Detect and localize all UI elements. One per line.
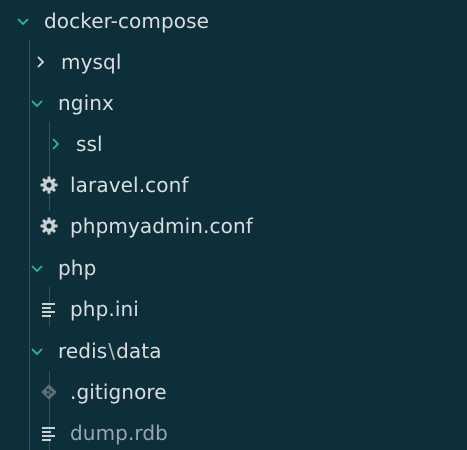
chevron-right-icon [44,133,66,155]
tree-file-gitignore[interactable]: .gitignore [0,371,467,412]
tree-folder-ssl[interactable]: ssl [0,123,467,164]
lines-icon [38,298,60,320]
chevron-right-icon [29,51,51,73]
file-label: phpmyadmin.conf [70,213,253,238]
gear-icon [38,174,60,196]
lines-icon [38,422,60,444]
folder-label: ssl [76,131,103,156]
folder-label: redis\data [58,339,162,363]
tree-folder-redis-data[interactable]: redis\data [0,330,467,371]
tree-folder-docker-compose[interactable]: docker-compose [0,0,467,41]
chevron-down-icon [26,92,48,114]
file-label: dump.rdb [70,420,168,445]
path-separator: \ [108,338,116,363]
folder-label-redis: redis [58,338,108,363]
file-explorer: docker-compose mysql nginx ssl laravel.c… [0,0,467,450]
chevron-down-icon [12,10,34,32]
tree-file-phpmyadmin-conf[interactable]: phpmyadmin.conf [0,205,467,246]
tree-file-php-ini[interactable]: php.ini [0,288,467,329]
folder-label-data: data [116,338,162,363]
tree-file-dump-rdb[interactable]: dump.rdb [0,412,467,450]
chevron-down-icon [26,257,48,279]
tree-folder-nginx[interactable]: nginx [0,82,467,123]
tree-folder-mysql[interactable]: mysql [0,41,467,82]
file-label: laravel.conf [70,172,189,197]
folder-label: nginx [58,90,114,115]
folder-label: php [58,255,97,280]
folder-label: docker-compose [44,8,210,33]
tree-file-laravel-conf[interactable]: laravel.conf [0,164,467,205]
folder-label: mysql [61,49,122,74]
chevron-down-icon [26,340,48,362]
tree-folder-php[interactable]: php [0,247,467,288]
gear-icon [38,215,60,237]
file-label: php.ini [70,296,139,321]
file-label: .gitignore [70,379,167,404]
git-diamond-icon [38,381,60,403]
